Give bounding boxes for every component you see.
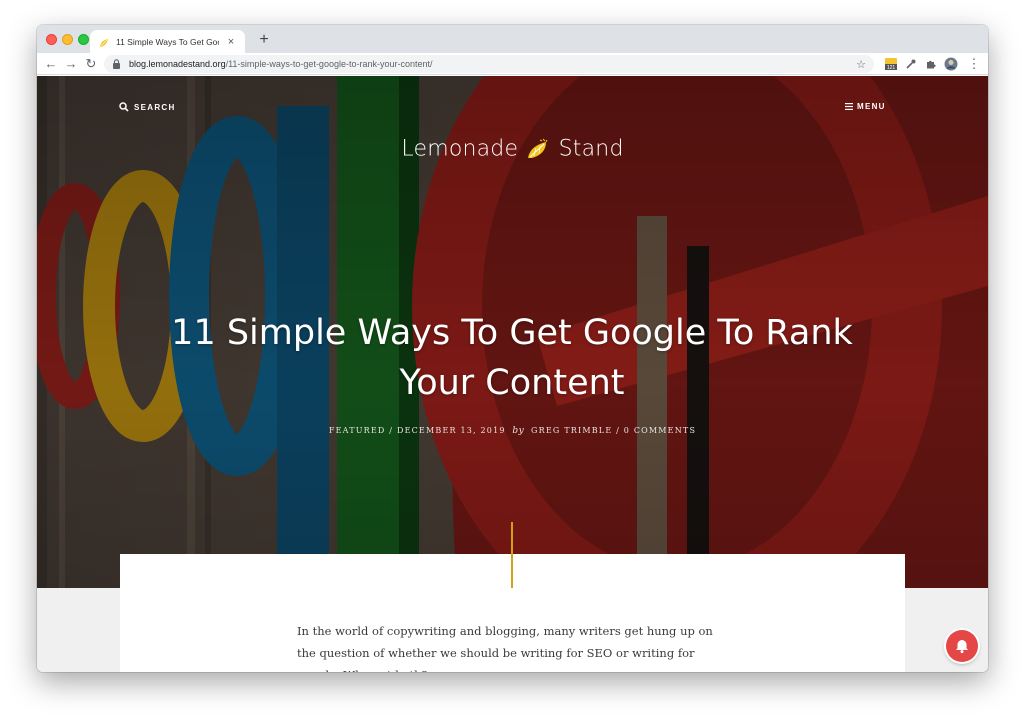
reload-icon[interactable]: ↻ (83, 56, 99, 72)
address-bar[interactable]: blog.lemonadestand.org/11-simple-ways-to… (104, 55, 874, 73)
article-intro-paragraph: In the world of copywriting and blogging… (297, 624, 713, 672)
search-label: SEARCH (134, 102, 176, 112)
lemon-favicon-icon (98, 36, 110, 48)
profile-avatar-icon[interactable] (943, 56, 959, 72)
tab-title: 11 Simple Ways To Get Google To Rank You… (116, 36, 219, 47)
site-search-button[interactable]: SEARCH (119, 102, 176, 112)
logo-text-right: Stand (558, 136, 624, 162)
browser-window: 11 Simple Ways To Get Google To Rank You… (37, 25, 988, 672)
site-menu-button[interactable]: MENU (845, 102, 886, 111)
meta-separator: / (389, 426, 394, 435)
hero-banner: SEARCH MENU Lemonade Stand 11 Simple Way… (37, 76, 988, 588)
bookmark-star-icon[interactable]: ☆ (856, 58, 866, 71)
byline-by: by (512, 426, 525, 436)
menu-label: MENU (857, 102, 886, 111)
hamburger-icon (845, 103, 853, 110)
accent-divider (511, 522, 513, 588)
lock-icon (113, 59, 120, 69)
post-title: 11 Simple Ways To Get Google To Rank You… (171, 313, 853, 403)
close-window-button[interactable] (46, 34, 57, 45)
tab-strip: 11 Simple Ways To Get Google To Rank You… (37, 25, 988, 53)
browser-toolbar: ← → ↻ blog.lemonadestand.org/11-simple-w… (37, 53, 988, 75)
forward-arrow-icon[interactable]: → (63, 56, 79, 72)
search-icon (119, 102, 129, 112)
new-tab-button[interactable]: + (255, 31, 273, 49)
url-path: /11-simple-ways-to-get-google-to-rank-yo… (225, 59, 433, 69)
tab-close-icon[interactable]: × (225, 36, 237, 48)
url-host: blog.lemonadestand.org (129, 59, 226, 69)
meta-separator: / (616, 426, 621, 435)
post-author-link[interactable]: GREG TRIMBLE (531, 426, 612, 435)
bell-icon (956, 640, 968, 654)
eyedropper-icon[interactable] (903, 56, 919, 72)
back-arrow-icon[interactable]: ← (43, 56, 59, 72)
notification-bell-button[interactable] (946, 630, 978, 662)
post-date: DECEMBER 13, 2019 (396, 426, 506, 435)
browser-tab-active[interactable]: 11 Simple Ways To Get Google To Rank You… (90, 30, 245, 53)
logo-text-left: Lemonade (401, 136, 519, 162)
browser-menu-icon[interactable]: ⋮ (966, 56, 982, 72)
post-meta: FEATURED / DECEMBER 13, 2019 by GREG TRI… (37, 426, 988, 436)
web-page: SEARCH MENU Lemonade Stand 11 Simple Way… (37, 76, 988, 672)
extension-badge: 121 (887, 65, 896, 71)
site-logo[interactable]: Lemonade Stand (37, 136, 988, 162)
extension-calendar-icon[interactable]: 121 (883, 56, 899, 72)
lemon-logo-icon (528, 138, 548, 158)
puzzle-extensions-icon[interactable] (923, 56, 939, 72)
post-category-link[interactable]: FEATURED (329, 426, 386, 435)
minimize-window-button[interactable] (62, 34, 73, 45)
post-comments-link[interactable]: 0 COMMENTS (624, 426, 696, 435)
url-text: blog.lemonadestand.org/11-simple-ways-to… (129, 59, 856, 69)
zoom-window-button[interactable] (78, 34, 89, 45)
